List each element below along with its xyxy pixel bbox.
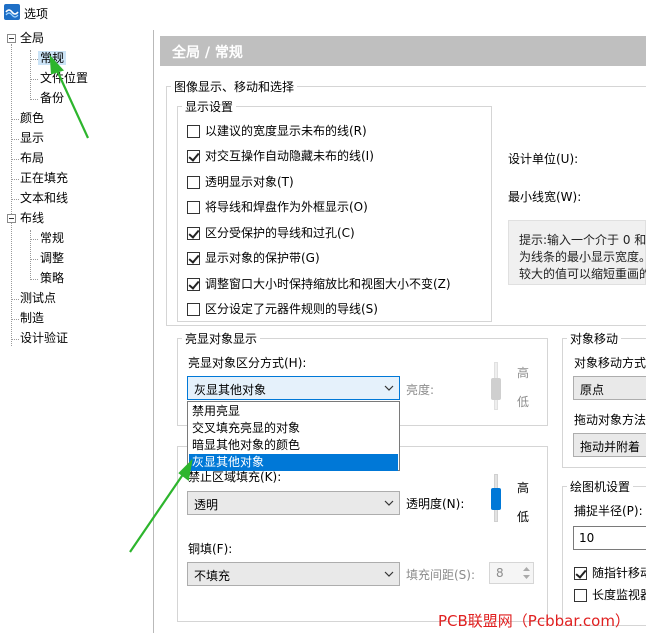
dropdown-option-dim-colors[interactable]: 暗显其他对象的颜色 xyxy=(189,437,398,454)
copper-fill-select[interactable]: 不填充 xyxy=(187,562,400,586)
highlight-mode-label: 亮显对象区分方式(H): xyxy=(188,356,307,370)
title-bar xyxy=(0,0,646,26)
drawing-settings-label: 绘图机设置 xyxy=(567,478,634,495)
collapse-routing-icon[interactable] xyxy=(7,214,16,223)
spinner-arrows-icon[interactable] xyxy=(522,564,531,582)
fill-spacing-spinner[interactable]: 8 xyxy=(489,562,534,584)
display-settings-label: 显示设置 xyxy=(182,98,237,115)
tree-item-text-lines[interactable]: 文本和线 xyxy=(20,189,68,207)
dropdown-option-gray-others[interactable]: 灰显其他对象 xyxy=(189,454,398,471)
brightness-high-label: 高 xyxy=(517,366,530,380)
dropdown-option-crosshatch[interactable]: 交叉填充亮显的对象 xyxy=(189,420,398,437)
capture-radius-value: 10 xyxy=(579,531,595,545)
fill-spacing-label: 填充间距(S): xyxy=(406,568,476,582)
transparency-low-label: 低 xyxy=(517,510,530,524)
brightness-low-label: 低 xyxy=(517,395,530,409)
tree-item-design-verification[interactable]: 设计验证 xyxy=(20,329,68,347)
hint-line: 提示:输入一个介于 0 和 xyxy=(519,233,646,247)
transparency-label: 透明度(N): xyxy=(406,497,465,511)
tree-item-routing[interactable]: 布线 xyxy=(20,209,44,227)
transparency-high-label: 高 xyxy=(517,481,530,495)
app-icon xyxy=(4,4,20,20)
highlight-mode-value: 灰显其他对象 xyxy=(194,383,267,397)
transparency-slider-thumb[interactable] xyxy=(491,488,501,510)
drag-method-select[interactable]: 拖动并附着 xyxy=(573,433,646,457)
page-title: 全局 / 常规 xyxy=(172,45,243,61)
checkbox-box[interactable] xyxy=(187,201,200,214)
checkbox-box[interactable] xyxy=(574,589,587,602)
tree-item-file-locations[interactable]: 文件位置 xyxy=(40,69,88,87)
design-units-label: 设计单位(U): xyxy=(508,152,579,166)
hint-box: 提示:输入一个介于 0 和 为线条的最小显示宽度。 较大的值可以缩短重画的 xyxy=(508,220,646,285)
tree-item-colors[interactable]: 颜色 xyxy=(20,109,44,127)
highlight-group-label: 亮显对象显示 xyxy=(182,330,261,347)
object-move-label: 对象移动 xyxy=(567,330,622,347)
checkbox-box[interactable] xyxy=(187,252,200,265)
watermark-text: PCB联盟网（Pcbbar.com） xyxy=(438,612,630,630)
tree-item-backup[interactable]: 备份 xyxy=(40,89,64,107)
checkbox-box[interactable] xyxy=(187,227,200,240)
tree-line xyxy=(30,230,31,280)
tree-item-routing-adjust[interactable]: 调整 xyxy=(40,249,64,267)
checkbox-box[interactable] xyxy=(187,125,200,138)
fill-spacing-value: 8 xyxy=(496,566,504,580)
brightness-label: 亮度: xyxy=(406,383,435,397)
move-method-select[interactable]: 原点 xyxy=(573,376,646,400)
pane-divider[interactable] xyxy=(153,30,154,633)
move-method-label: 对象移动方式 xyxy=(574,356,646,370)
tree-item-filling[interactable]: 正在填充 xyxy=(20,169,68,187)
drag-method-label: 拖动对象方法 xyxy=(574,413,646,427)
tree-item-global[interactable]: 全局 xyxy=(20,29,44,47)
tree-line xyxy=(30,50,31,100)
checkbox-box[interactable] xyxy=(187,278,200,291)
hint-line: 为线条的最小显示宽度。 xyxy=(519,250,646,264)
chevron-down-icon xyxy=(384,571,394,577)
brightness-slider-thumb[interactable] xyxy=(491,378,501,400)
tree-item-test-points[interactable]: 测试点 xyxy=(20,289,56,307)
tree-item-routing-strategy[interactable]: 策略 xyxy=(40,269,64,287)
dropdown-option-disable-highlight[interactable]: 禁用亮显 xyxy=(189,403,398,420)
chevron-down-icon xyxy=(384,385,394,391)
tree-item-manufacturing[interactable]: 制造 xyxy=(20,309,44,327)
copper-fill-label: 铜填(F): xyxy=(188,542,233,556)
checkbox-box[interactable] xyxy=(187,150,200,163)
keepout-fill-select[interactable]: 透明 xyxy=(187,491,400,515)
tree-line xyxy=(11,44,12,346)
image-display-group-label: 图像显示、移动和选择 xyxy=(171,78,298,95)
window-title: 选项 xyxy=(24,7,49,21)
capture-radius-input[interactable]: 10 xyxy=(573,526,646,550)
drag-method-value: 拖动并附着 xyxy=(580,440,641,454)
tree-item-layout[interactable]: 布局 xyxy=(20,149,44,167)
tree-item-display[interactable]: 显示 xyxy=(20,129,44,147)
collapse-global-icon[interactable] xyxy=(7,34,16,43)
options-tree: 全局 常规 文件位置 备份 颜色 显示 布局 正在填充 文本和线 布线 常规 调… xyxy=(0,28,152,633)
min-line-width-label: 最小线宽(W): xyxy=(508,190,582,204)
highlight-mode-select[interactable]: 灰显其他对象 xyxy=(187,376,400,400)
chevron-down-icon xyxy=(384,500,394,506)
tree-item-routing-general[interactable]: 常规 xyxy=(40,229,64,247)
checkbox-box[interactable] xyxy=(187,303,200,316)
checkbox-box[interactable] xyxy=(187,176,200,189)
capture-radius-label: 捕捉半径(P): xyxy=(574,504,643,518)
tree-item-general[interactable]: 常规 xyxy=(38,49,67,67)
checkbox-box[interactable] xyxy=(574,567,587,580)
highlight-mode-dropdown[interactable]: 禁用亮显 交叉填充亮显的对象 暗显其他对象的颜色 灰显其他对象 xyxy=(187,401,400,471)
keepout-fill-value: 透明 xyxy=(194,498,219,512)
hint-line: 较大的值可以缩短重画的 xyxy=(519,267,646,281)
copper-fill-value: 不填充 xyxy=(194,569,231,583)
move-method-value: 原点 xyxy=(580,383,605,397)
